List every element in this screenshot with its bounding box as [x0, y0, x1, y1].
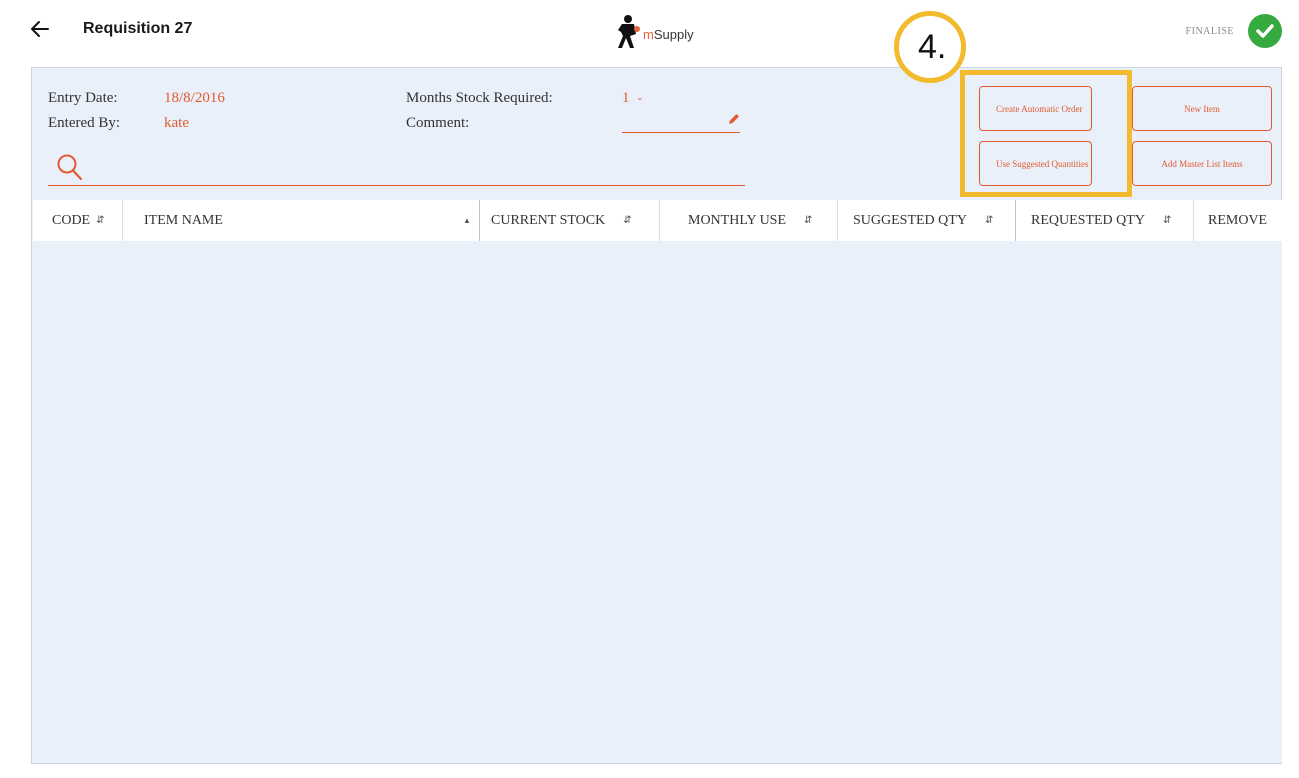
search-input[interactable] [90, 156, 740, 182]
table-header: CODE ⇵ ITEM NAME ▲ CURRENT STOCK ⇵ MONTHLY… [33, 200, 1282, 241]
top-bar: Requisition 27 mSupply FINALISE [10, 6, 1292, 58]
use-suggested-quantities-button[interactable]: Use Suggested Quantities [979, 141, 1092, 186]
msupply-logo: mSupply [616, 12, 694, 52]
comment-label: Comment: [406, 115, 470, 131]
entry-date-label: Entry Date: [48, 90, 118, 106]
column-label: CODE [52, 212, 91, 228]
chevron-down-icon[interactable]: ⌄ [636, 92, 644, 103]
finalise-label[interactable]: FINALISE [1186, 26, 1234, 37]
column-label: MONTHLY USE [688, 212, 787, 228]
column-label: REQUESTED QTY [1031, 212, 1145, 228]
column-divider [1015, 200, 1016, 241]
column-divider [122, 200, 123, 241]
step-label: 4. [918, 28, 947, 66]
months-stock-select[interactable]: 1 [622, 90, 630, 107]
column-divider [659, 200, 660, 241]
sort-icon: ⇵ [1162, 215, 1172, 226]
column-header-code[interactable]: CODE ⇵ [52, 200, 105, 241]
pencil-icon[interactable] [727, 112, 741, 126]
sort-icon: ⇵ [623, 215, 632, 226]
finalise-check-icon[interactable] [1248, 14, 1282, 48]
months-stock-label: Months Stock Required: [406, 90, 553, 106]
column-label: REMOVE [1208, 212, 1268, 228]
runner-logo-icon [618, 15, 640, 48]
column-label: SUGGESTED QTY [853, 212, 967, 228]
new-item-button[interactable]: New Item [1132, 86, 1272, 131]
page-title: Requisition 27 [83, 20, 193, 37]
column-header-suggested-qty[interactable]: SUGGESTED QTY ⇵ [853, 200, 993, 241]
column-label: ITEM NAME [144, 212, 223, 228]
column-header-item-name[interactable]: ITEM NAME [144, 200, 223, 241]
logo-text: mSupply [643, 26, 694, 42]
column-divider [837, 200, 838, 241]
column-header-requested-qty[interactable]: REQUESTED QTY ⇵ [1031, 200, 1171, 241]
requisition-panel: Entry Date: 18/8/2016 Entered By: kate M… [31, 11, 1282, 764]
sort-icon: ⇵ [96, 215, 105, 226]
column-divider [1193, 200, 1194, 241]
table-body [33, 241, 1282, 763]
column-header-remove: REMOVE [1208, 200, 1267, 241]
sort-icon: ⇵ [804, 215, 813, 226]
create-automatic-order-button[interactable]: Create Automatic Order [979, 86, 1092, 131]
entered-by-value: kate [164, 115, 189, 131]
entered-by-label: Entered By: [48, 115, 121, 131]
column-divider [479, 200, 480, 241]
add-master-list-items-button[interactable]: Add Master List Items [1132, 141, 1272, 186]
sort-ascending-icon[interactable]: ▲ [457, 200, 471, 241]
search-underline [48, 185, 745, 186]
column-header-monthly-use[interactable]: MONTHLY USE ⇵ [688, 200, 812, 241]
comment-underline [622, 132, 740, 133]
sort-icon: ⇵ [984, 215, 994, 226]
back-arrow-icon[interactable] [28, 16, 52, 42]
column-label: CURRENT STOCK [491, 212, 606, 228]
column-header-current-stock[interactable]: CURRENT STOCK ⇵ [491, 200, 632, 241]
entry-date-value: 18/8/2016 [164, 90, 225, 106]
search-icon [56, 152, 84, 182]
